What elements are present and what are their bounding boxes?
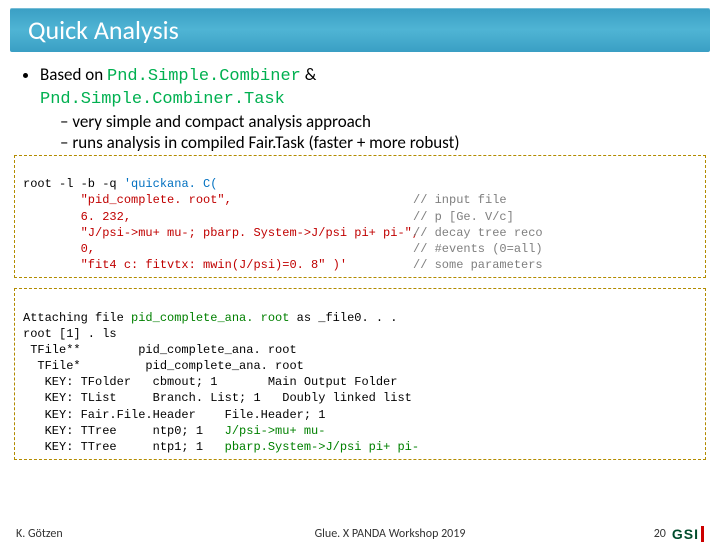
footer-event: Glue. X PANDA Workshop 2019 <box>216 527 564 541</box>
slide-title: Quick Analysis <box>28 14 179 46</box>
content-area: Based on Pnd.Simple.Combiner & Pnd.Simpl… <box>0 56 720 153</box>
title-bar: Quick Analysis <box>10 8 710 52</box>
bullet-main: Based on Pnd.Simple.Combiner & Pnd.Simpl… <box>40 64 698 153</box>
sub-bullet-2: runs analysis in compiled Fair.Task (fas… <box>60 132 698 153</box>
class-name-1: Pnd.Simple.Combiner <box>107 67 301 86</box>
code-box-command: root -l -b -q 'quickana. C( "pid_complet… <box>14 155 706 278</box>
code-box-output: Attaching file pid_complete_ana. root as… <box>14 288 706 460</box>
footer-author: K. Götzen <box>16 527 216 541</box>
sub-bullet-1: very simple and compact analysis approac… <box>60 111 698 132</box>
class-name-2: Pnd.Simple.Combiner.Task <box>40 90 285 109</box>
